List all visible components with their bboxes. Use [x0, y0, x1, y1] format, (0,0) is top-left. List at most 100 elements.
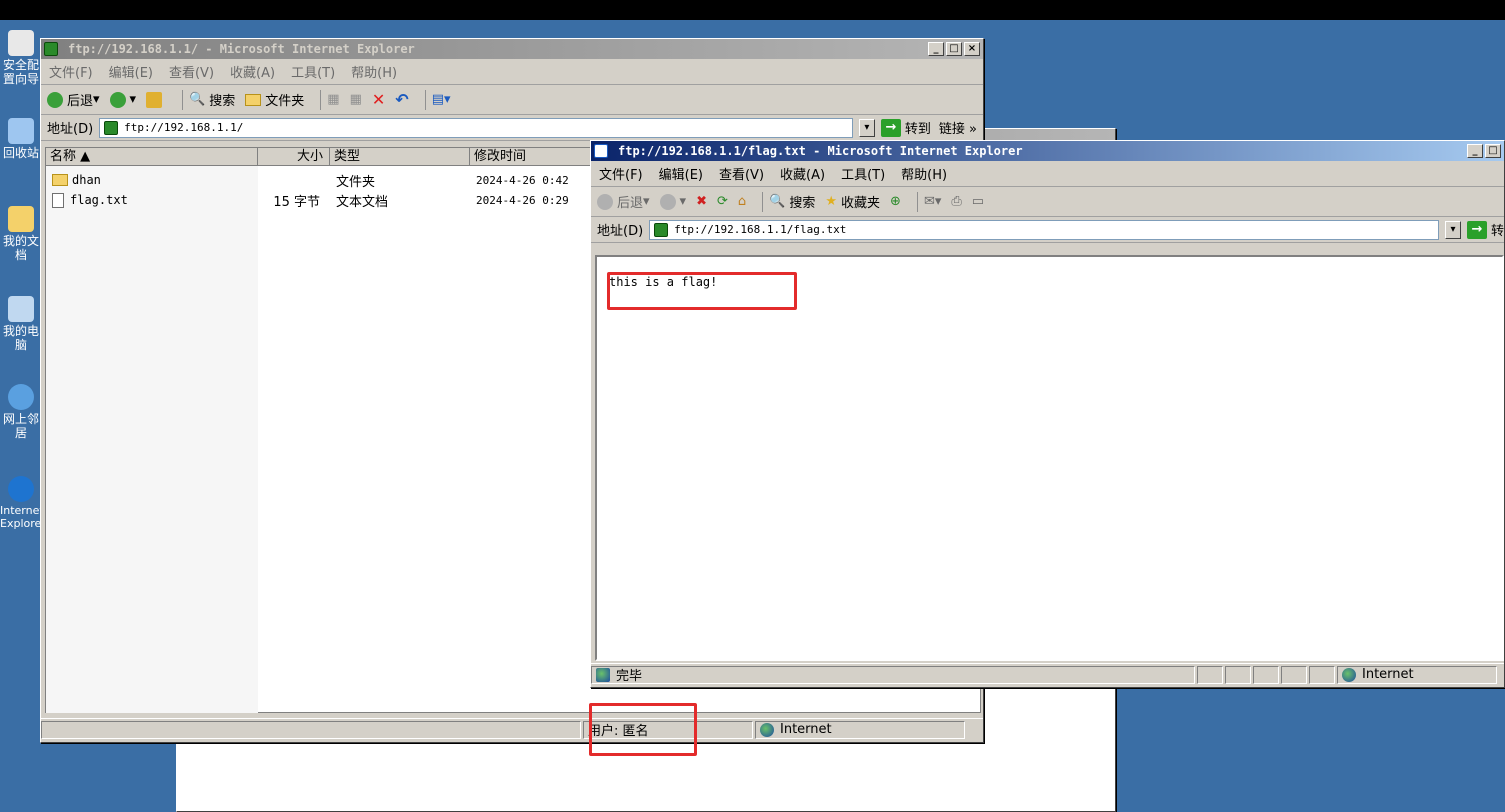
delete-button[interactable]: ✕	[372, 90, 385, 109]
up-folder-icon	[146, 91, 163, 108]
status-empty-cell	[41, 720, 581, 739]
menu-file[interactable]: 文件(F)	[599, 164, 643, 183]
menu-edit[interactable]: 编辑(E)	[659, 164, 703, 183]
back-button[interactable]: 后退 ▾	[597, 192, 650, 211]
flag-address-bar: 地址(D) ftp://192.168.1.1/flag.txt ▾ → 转	[591, 217, 1504, 243]
desktop-icon-label: 安全配置向导	[2, 58, 39, 86]
back-arrow-icon	[597, 193, 613, 210]
edit-button[interactable]: ▭	[972, 194, 984, 209]
search-button[interactable]: 🔍 搜索	[189, 90, 235, 109]
print-button[interactable]: ⎙	[951, 194, 961, 209]
desktop-icon-label: 回收站	[2, 146, 39, 160]
links-button[interactable]: 链接 »	[939, 118, 977, 137]
menu-view[interactable]: 查看(V)	[169, 62, 214, 81]
flag-highlight-box	[607, 272, 797, 310]
status-zone: Internet	[755, 720, 965, 739]
toolbar-separator	[320, 89, 322, 110]
ie-page-icon	[594, 144, 608, 158]
desktop-icon-label: 我的文档	[2, 234, 39, 262]
desktop-icon-internet-explorer[interactable]: Internet Explorer	[0, 476, 46, 530]
page-content: this is a flag!	[595, 255, 1504, 661]
favorites-button[interactable]: ★ 收藏夹	[825, 192, 880, 211]
refresh-button[interactable]: ⟳	[717, 194, 728, 209]
forward-button[interactable]: ▾	[109, 91, 136, 108]
go-button[interactable]: 转到	[905, 118, 931, 137]
ftp-address-bar: 地址(D) ftp://192.168.1.1/ ▾ → 转到 链接 »	[41, 115, 983, 141]
back-button[interactable]: 后退 ▾	[47, 90, 100, 109]
desktop-icon-security-wizard[interactable]: 安全配置向导	[0, 30, 42, 86]
folders-button[interactable]: 文件夹	[245, 90, 304, 109]
menu-tools[interactable]: 工具(T)	[291, 62, 335, 81]
ftp-folder-icon	[654, 222, 669, 237]
my-documents-icon	[8, 206, 34, 232]
views-button[interactable]: ▤▾	[432, 92, 451, 107]
undo-button[interactable]: ↶	[395, 90, 408, 109]
ftp-window-titlebar[interactable]: ftp://192.168.1.1/ - Microsoft Internet …	[41, 39, 983, 59]
close-button[interactable]: ×	[964, 42, 980, 56]
user-highlight-box	[589, 703, 697, 756]
desktop-icon-recycle-bin[interactable]: 回收站	[0, 118, 42, 160]
home-button[interactable]: ⌂	[738, 194, 746, 209]
copy-to-button[interactable]: ▦	[350, 92, 362, 107]
forward-button[interactable]: ▾	[659, 193, 686, 210]
menu-tools[interactable]: 工具(T)	[841, 164, 885, 183]
menu-help[interactable]: 帮助(H)	[901, 164, 947, 183]
address-dropdown[interactable]: ▾	[858, 118, 875, 137]
search-icon: 🔍	[769, 194, 786, 209]
history-button[interactable]: ⊕	[890, 194, 901, 209]
status-empty-cell	[1281, 665, 1307, 684]
address-label: 地址(D)	[597, 224, 644, 239]
toolbar-separator	[916, 191, 918, 212]
table-row[interactable]: flag.txt 15 字节 文本文档 2024-4-26 0:29	[46, 190, 620, 210]
up-folder-button[interactable]	[146, 91, 166, 108]
search-button[interactable]: 🔍 搜索	[769, 192, 815, 211]
go-arrow-icon[interactable]: →	[880, 118, 901, 137]
column-name[interactable]: 名称 ▲	[46, 148, 258, 165]
security-wizard-icon	[8, 30, 34, 56]
menu-file[interactable]: 文件(F)	[49, 62, 93, 81]
desktop-icon-network-places[interactable]: 网上邻居	[0, 384, 42, 440]
status-empty-cell	[1225, 665, 1251, 684]
column-size[interactable]: 大小	[258, 148, 330, 165]
stop-button[interactable]: ✖	[696, 194, 707, 209]
recycle-bin-icon	[8, 118, 34, 144]
forward-arrow-icon	[109, 91, 126, 108]
folder-icon	[52, 174, 68, 186]
flag-status-bar: 完毕 Internet	[591, 663, 1504, 685]
screen-top-bar	[0, 0, 1505, 20]
address-input[interactable]: ftp://192.168.1.1/	[99, 117, 853, 138]
menu-help[interactable]: 帮助(H)	[351, 62, 397, 81]
desktop-icon-label: Internet Explorer	[0, 504, 46, 530]
status-empty-cell	[1253, 665, 1279, 684]
ftp-menubar: 文件(F) 编辑(E) 查看(V) 收藏(A) 工具(T) 帮助(H)	[41, 59, 983, 85]
toolbar-separator	[424, 89, 426, 110]
go-arrow-icon[interactable]: →	[1466, 220, 1487, 239]
file-list-header: 名称 ▲ 大小 类型 修改时间	[46, 148, 620, 166]
go-button[interactable]: 转	[1491, 220, 1504, 239]
menu-edit[interactable]: 编辑(E)	[109, 62, 153, 81]
address-dropdown[interactable]: ▾	[1444, 220, 1461, 239]
file-list-left-pane	[46, 164, 258, 713]
minimize-button[interactable]: _	[1467, 144, 1483, 158]
maximize-button[interactable]: □	[1485, 144, 1501, 158]
mail-button[interactable]: ✉▾	[924, 194, 941, 209]
flag-window-titlebar[interactable]: ftp://192.168.1.1/flag.txt - Microsoft I…	[591, 141, 1504, 161]
flag-window-title: ftp://192.168.1.1/flag.txt - Microsoft I…	[618, 144, 1023, 158]
menu-favorites[interactable]: 收藏(A)	[780, 164, 825, 183]
desktop-icon-my-computer[interactable]: 我的电脑	[0, 296, 42, 352]
maximize-button[interactable]: □	[946, 42, 962, 56]
table-row[interactable]: dhan 文件夹 2024-4-26 0:42	[46, 170, 620, 190]
minimize-button[interactable]: _	[928, 42, 944, 56]
ftp-toolbar: 后退 ▾ ▾ 🔍 搜索 文件夹 ▦ ▦ ✕ ↶ ▤▾	[41, 85, 983, 115]
text-file-icon	[52, 192, 64, 208]
desktop-icon-my-documents[interactable]: 我的文档	[0, 206, 42, 262]
address-input[interactable]: ftp://192.168.1.1/flag.txt	[649, 219, 1439, 240]
globe-icon	[760, 722, 774, 737]
my-computer-icon	[8, 296, 34, 322]
menu-favorites[interactable]: 收藏(A)	[230, 62, 275, 81]
move-to-button[interactable]: ▦	[327, 92, 339, 107]
globe-icon	[1342, 667, 1356, 682]
column-type[interactable]: 类型	[330, 148, 470, 165]
flag-window[interactable]: ftp://192.168.1.1/flag.txt - Microsoft I…	[590, 140, 1505, 688]
menu-view[interactable]: 查看(V)	[719, 164, 764, 183]
